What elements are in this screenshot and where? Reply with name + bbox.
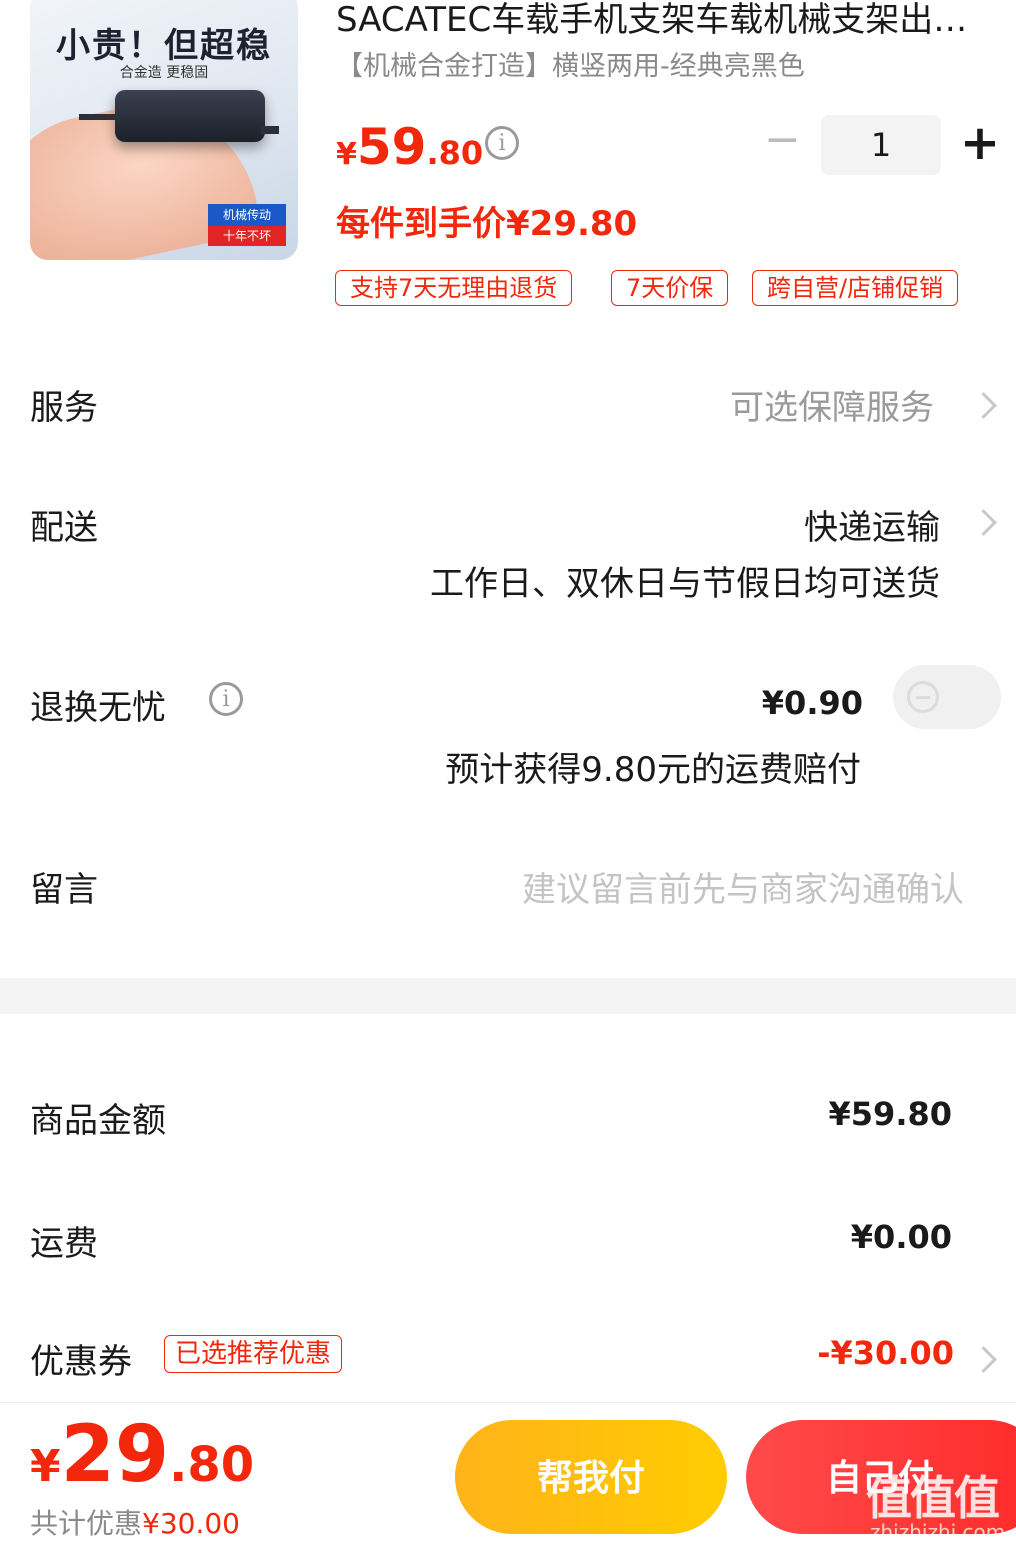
quantity-decrease-button[interactable]: − — [764, 118, 801, 162]
section-divider — [0, 978, 1016, 1014]
goods-amount-value: ¥59.80 — [828, 1095, 952, 1133]
return-toggle[interactable] — [893, 665, 1001, 729]
final-price: 每件到手价¥29.80 — [336, 204, 638, 244]
return-label: 退换无忧 — [30, 688, 166, 728]
price-info-icon[interactable]: i — [485, 126, 519, 160]
chevron-right-icon[interactable] — [970, 1346, 997, 1373]
quantity-increase-button[interactable]: + — [958, 118, 1002, 168]
service-tag: 7天价保 — [611, 270, 729, 306]
goods-amount-label: 商品金额 — [30, 1101, 166, 1141]
image-slogan: 小贵！但超稳 — [56, 26, 272, 66]
service-tag: 跨自营/店铺促销 — [752, 270, 959, 306]
product-image[interactable]: 小贵！但超稳 合金造 更稳固 机械传动 十年不坏 — [30, 0, 298, 260]
return-info-icon[interactable]: i — [209, 682, 243, 716]
price-integer: 59 — [356, 118, 427, 176]
message-input[interactable]: 建议留言前先与商家沟通确认 — [522, 862, 964, 911]
total-price: ¥29.80 — [30, 1410, 254, 1500]
return-note: 预计获得9.80元的运费赔付 — [445, 750, 861, 790]
toggle-knob — [907, 681, 939, 713]
quantity-input[interactable]: 1 — [821, 115, 941, 175]
unit-price: ¥59.80 — [336, 118, 483, 176]
coupon-tag: 已选推荐优惠 — [164, 1335, 343, 1373]
image-subtitle: 合金造 更稳固 — [119, 65, 209, 81]
service-label: 服务 — [30, 388, 98, 428]
total-decimal: .80 — [169, 1437, 255, 1493]
service-value[interactable]: 可选保障服务 — [730, 380, 934, 429]
discount-value: ¥30.00 — [142, 1507, 240, 1540]
total-currency: ¥ — [30, 1441, 61, 1492]
watermark-logo: 值值值 — [866, 1471, 1000, 1525]
coupon-value[interactable]: -¥30.00 — [817, 1334, 954, 1372]
watermark-url: zhizhizhi.com — [870, 1520, 1006, 1544]
price-decimal: .80 — [426, 134, 484, 172]
shipping-value: ¥0.00 — [850, 1218, 952, 1256]
total-integer: 29 — [60, 1410, 170, 1500]
delivery-label: 配送 — [30, 508, 98, 548]
product-title[interactable]: SACATEC车载手机支架车载机械支架出风口车载导航支架 — [336, 0, 996, 41]
shipping-label: 运费 — [30, 1224, 98, 1264]
delivery-note: 工作日、双休日与节假日均可送货 — [430, 564, 940, 604]
device-graphic — [79, 90, 279, 142]
service-tag: 支持7天无理由退货 — [335, 270, 573, 306]
chevron-right-icon[interactable] — [970, 392, 997, 419]
discount-label: 共计优惠 — [30, 1507, 143, 1540]
delivery-value[interactable]: 快递运输 — [804, 500, 940, 549]
coupon-label: 优惠券 — [30, 1342, 132, 1382]
product-spec[interactable]: 【机械合金打造】横竖两用-经典亮黑色 — [336, 44, 805, 83]
message-label: 留言 — [30, 870, 98, 910]
chevron-right-icon[interactable] — [970, 509, 997, 536]
return-price: ¥0.90 — [761, 684, 863, 722]
image-badge: 机械传动 — [208, 204, 286, 226]
price-currency: ¥ — [336, 137, 357, 172]
total-discount: 共计优惠¥30.00 — [30, 1502, 240, 1542]
help-me-pay-button[interactable]: 帮我付 — [455, 1420, 727, 1534]
image-badge: 十年不坏 — [208, 226, 286, 246]
